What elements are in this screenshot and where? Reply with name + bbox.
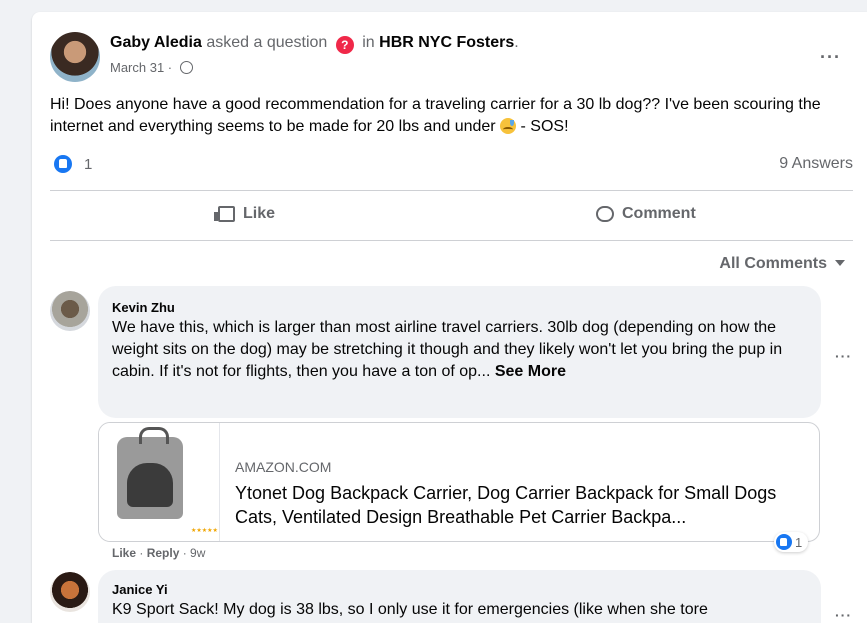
like-reaction-icon [776,534,792,550]
comment-age[interactable]: 9w [190,546,205,560]
backpack-handle [139,427,169,444]
divider [50,190,853,191]
comment-button[interactable]: Comment [596,205,696,223]
group-name-link[interactable]: HBR NYC Fosters [379,34,514,51]
thumbs-up-icon [214,206,235,222]
comment-label: Comment [622,205,696,222]
like-button[interactable]: Like [214,205,276,223]
post-date-link[interactable]: March 31 · [110,60,172,75]
commenter-name-link[interactable]: Kevin Zhu [112,300,175,315]
comment-options-icon[interactable]: ··· [835,349,852,363]
comment-bubble: Janice Yi K9 Sport Sack! My dog is 38 lb… [98,570,821,623]
comment-body: We have this, which is larger than most … [112,319,783,380]
question-icon: ? [335,36,354,54]
comment-options-icon[interactable]: ··· [835,608,852,622]
commenter-avatar[interactable] [50,572,90,612]
comment-text: We have this, which is larger than most … [112,317,812,383]
comment-actions: Like · Reply · 9w [112,546,206,560]
caret-down-icon [835,260,845,266]
comment-reply-link[interactable]: Reply [147,546,180,560]
reaction-count[interactable]: 1 [84,156,92,173]
like-reaction-icon[interactable] [54,155,72,173]
author-avatar[interactable] [50,32,100,82]
answers-count-link[interactable]: 9 Answers [779,155,853,173]
comment-like-link[interactable]: Like [112,546,136,560]
comment-reaction-count: 1 [795,534,803,550]
commenter-name-link[interactable]: Janice Yi [112,582,168,597]
in-text: in [362,34,375,51]
post-card: Gaby Aledia asked a question ? in HBR NY… [32,12,867,623]
comment-reaction-pill[interactable]: 1 [774,532,809,552]
all-comments-label: All Comments [719,255,827,272]
like-label: Like [243,205,276,222]
post-text: Hi! Does anyone have a good recommendati… [50,94,860,138]
divider [50,240,853,241]
sad-sweat-emoji-icon [500,118,517,134]
action-text: asked a question [206,34,328,51]
post-date: March 31 · [110,60,193,75]
globe-icon [179,61,193,74]
rating-stars-icon: ★★★★★ [191,528,218,534]
link-title[interactable]: Ytonet Dog Backpack Carrier, Dog Carrier… [235,481,805,529]
backpack-mesh [127,463,173,507]
comment-bubble: Kevin Zhu We have this, which is larger … [98,286,821,418]
link-domain: AMAZON.COM [235,459,332,475]
product-thumbnail: ★★★★★ [99,423,220,541]
all-comments-filter[interactable]: All Comments [719,255,845,273]
commenter-avatar[interactable] [50,291,90,331]
link-preview-card[interactable]: ★★★★★ AMAZON.COM Ytonet Dog Backpack Car… [98,422,820,542]
post-text-end: - SOS! [520,118,569,135]
post-text-main: Hi! Does anyone have a good recommendati… [50,96,821,135]
post-header: Gaby Aledia asked a question ? in HBR NY… [110,34,519,54]
author-name-link[interactable]: Gaby Aledia [110,34,202,51]
post-options-icon[interactable]: ··· [820,48,841,66]
comment-bubble-icon [596,206,614,222]
see-more-link[interactable]: See More [495,363,566,380]
comment-text: K9 Sport Sack! My dog is 38 lbs, so I on… [112,601,708,618]
